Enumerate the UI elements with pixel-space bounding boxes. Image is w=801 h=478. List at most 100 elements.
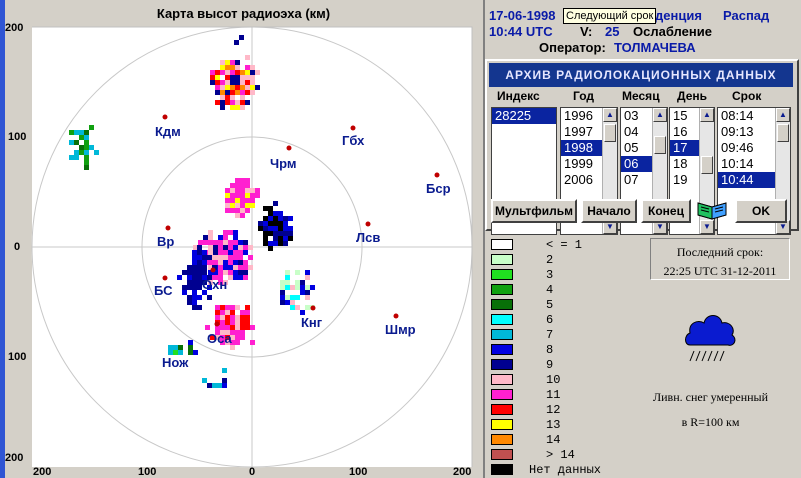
- archive-title: АРХИВ РАДИОЛОКАЦИОННЫХ ДАННЫХ: [489, 63, 793, 87]
- y-tick-100-top: 100: [8, 131, 27, 143]
- legend-swatch: [491, 239, 513, 250]
- city-label: Бср: [426, 181, 451, 196]
- last-term-box: Последний срок: 22:25 UTC 31-12-2011: [650, 238, 790, 280]
- last-term-value: 22:25 UTC 31-12-2011: [663, 264, 777, 278]
- book-icon[interactable]: [695, 195, 729, 225]
- scroll-up-icon[interactable]: ▲: [653, 108, 667, 122]
- legend-swatch: [491, 344, 513, 355]
- decay-value: Распад: [723, 8, 770, 23]
- city-label: Охн: [202, 277, 228, 292]
- index-item[interactable]: 28225: [492, 108, 556, 124]
- legend-label: 9: [546, 358, 554, 372]
- scroll-up-icon[interactable]: ▲: [700, 108, 714, 122]
- date-value: 17-06-1998: [489, 8, 556, 23]
- y-tick-100-bottom: 100: [8, 351, 27, 363]
- legend-label: 3: [546, 268, 554, 282]
- legend-swatch: [491, 464, 513, 475]
- legend-row: 12: [491, 403, 631, 417]
- y-tick-200-top: 200: [5, 22, 24, 34]
- legend-row: 11: [491, 388, 631, 402]
- y-tick-0: 0: [14, 241, 21, 253]
- city-label: БС: [154, 283, 173, 298]
- legend-row: 5: [491, 298, 631, 312]
- scroll-thumb[interactable]: [654, 136, 666, 154]
- film-button[interactable]: Мультфильм: [491, 199, 577, 223]
- legend-swatch: [491, 359, 513, 370]
- v-value: 25: [605, 24, 620, 39]
- legend-row: 8: [491, 343, 631, 357]
- legend-label: Нет данных: [529, 463, 602, 477]
- col-header-day: День: [677, 89, 707, 103]
- city-label: Чрм: [270, 156, 297, 171]
- legend-label: > 14: [546, 448, 575, 462]
- legend-swatch: [491, 374, 513, 385]
- snow-shower-icon: [682, 305, 738, 367]
- legend-row: 13: [491, 418, 631, 432]
- legend-row: 3: [491, 268, 631, 282]
- x-tick-100-right: 100: [349, 466, 368, 478]
- start-button[interactable]: Начало: [581, 199, 637, 223]
- scroll-thumb[interactable]: [777, 124, 789, 142]
- city-label: Шмр: [385, 322, 416, 337]
- legend-swatch: [491, 284, 513, 295]
- city-label: Кдм: [155, 124, 181, 139]
- legend-swatch: [491, 389, 513, 400]
- legend-row: 10: [491, 373, 631, 387]
- legend-row: 7: [491, 328, 631, 342]
- legend-row: 4: [491, 283, 631, 297]
- city-label: Оса: [207, 331, 232, 346]
- attenuation-label: Ослабление: [633, 24, 712, 39]
- weather-line-2: в R=100 км: [681, 415, 740, 429]
- legend-swatch: [491, 314, 513, 325]
- ok-button[interactable]: OK: [735, 199, 787, 223]
- legend-label: 4: [546, 283, 554, 297]
- operator-label: Оператор:: [539, 40, 606, 55]
- x-tick-100-left: 100: [138, 466, 157, 478]
- city-label: Нож: [162, 355, 189, 370]
- x-tick-0: 0: [249, 466, 256, 478]
- legend-swatch: [491, 254, 513, 265]
- weather-line-1: Ливн. снег умеренный: [652, 390, 769, 404]
- legend-row: 2: [491, 253, 631, 267]
- legend-swatch: [491, 449, 513, 460]
- legend-swatch: [491, 434, 513, 445]
- legend-swatch: [491, 404, 513, 415]
- col-header-index: Индекс: [497, 89, 540, 103]
- scroll-thumb[interactable]: [604, 124, 616, 142]
- scroll-up-icon[interactable]: ▲: [776, 108, 790, 122]
- legend-row: 6: [491, 313, 631, 327]
- legend-swatch: [491, 299, 513, 310]
- legend-row: < = 1: [491, 238, 631, 252]
- map-title: Карта высот радиоэха (км): [156, 6, 331, 21]
- last-term-label: Последний срок:: [676, 245, 764, 259]
- radar-map[interactable]: Карта высот радиоэха (км) 200 100 0 100 …: [5, 0, 482, 478]
- legend-swatch: [491, 269, 513, 280]
- col-header-term: Срок: [732, 89, 762, 103]
- legend-label: 10: [546, 373, 561, 387]
- legend-label: 11: [546, 388, 561, 402]
- legend-swatch: [491, 329, 513, 340]
- legend-row: 14: [491, 433, 631, 447]
- x-tick-200-right: 200: [453, 466, 472, 478]
- legend-row: > 14: [491, 448, 631, 462]
- end-button[interactable]: Конец: [641, 199, 691, 223]
- legend-row: Нет данных: [491, 463, 631, 477]
- y-tick-200-bottom: 200: [5, 452, 24, 464]
- city-label: Гбх: [342, 133, 365, 148]
- scroll-thumb[interactable]: [701, 156, 713, 174]
- legend-label: 14: [546, 433, 561, 447]
- x-tick-200-left: 200: [33, 466, 52, 478]
- legend-label: 7: [546, 328, 554, 342]
- v-label: V:: [580, 24, 593, 39]
- legend-label: 6: [546, 313, 554, 327]
- scroll-up-icon[interactable]: ▲: [603, 108, 617, 122]
- next-term-tooltip: Следующий срок: [563, 8, 657, 24]
- city-label: Лсв: [356, 230, 381, 245]
- legend-label: 12: [546, 403, 561, 417]
- weather-description: Ливн. снег умеренный в R=100 км: [620, 390, 801, 430]
- phenomenon-value: денция: [655, 8, 702, 23]
- operator-name: ТОЛМАЧЕВА: [614, 40, 696, 55]
- col-header-year: Год: [573, 89, 594, 103]
- archive-panel: АРХИВ РАДИОЛОКАЦИОННЫХ ДАННЫХ Индекс Год…: [485, 59, 799, 235]
- legend-label: 8: [546, 343, 554, 357]
